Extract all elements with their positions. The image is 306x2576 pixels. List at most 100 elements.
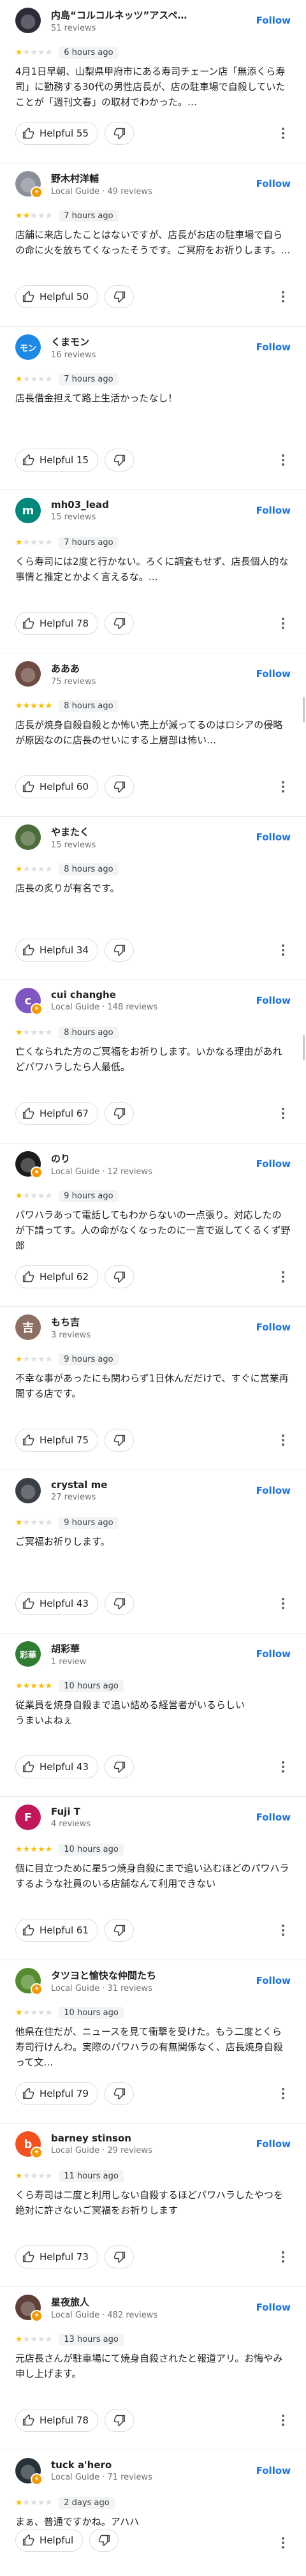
review-text[interactable]: 元店長さんが駐車場にて焼身自殺されたと報道アリ。お悔やみ申し上げます。 (15, 2351, 291, 2381)
reviewer-name[interactable]: 胡彩華 (51, 1642, 229, 1655)
review-text[interactable]: 店長借金担えて路上生活かったなし！ (15, 391, 291, 406)
more-options-icon[interactable] (275, 452, 291, 468)
review-text[interactable]: パワハラあって電話してもわからないの一点張り。対応したのが下請ってす。人の命がな… (15, 1207, 291, 1253)
follow-button[interactable]: Follow (249, 1481, 291, 1500)
reviewer-name[interactable]: barney stinson (51, 2133, 229, 2144)
not-helpful-button[interactable] (105, 612, 135, 635)
avatar[interactable]: 彩華 (15, 1641, 41, 1667)
not-helpful-button[interactable] (105, 285, 135, 308)
avatar[interactable]: ● (15, 661, 41, 687)
reviewer-name[interactable]: 野木村洋輔 (51, 172, 229, 185)
not-helpful-button[interactable] (105, 122, 135, 145)
reviewer-name[interactable]: Fuji T (51, 1806, 229, 1817)
more-options-icon[interactable] (275, 126, 291, 141)
reviewer-name[interactable]: やまたく (51, 825, 229, 838)
more-options-icon[interactable] (275, 1596, 291, 1611)
more-options-icon[interactable] (275, 2249, 291, 2265)
follow-button[interactable]: Follow (249, 174, 291, 193)
review-text[interactable]: 従業員を焼身自殺まで追い詰める経営者がいるらしい うまいよねぇ (15, 1697, 291, 1728)
follow-button[interactable]: Follow (249, 2298, 291, 2317)
not-helpful-button[interactable] (105, 1919, 135, 1942)
reviewer-name[interactable]: タツヨと愉快な仲間たち (51, 1969, 229, 1982)
helpful-button[interactable]: Helpful 78 (15, 612, 99, 635)
follow-button[interactable]: Follow (249, 1971, 291, 1990)
not-helpful-button[interactable] (105, 1592, 135, 1615)
not-helpful-button[interactable] (105, 939, 135, 962)
not-helpful-button[interactable] (89, 2529, 119, 2552)
helpful-button[interactable]: Helpful 43 (15, 1592, 99, 1615)
avatar[interactable]: ● (15, 1478, 41, 1503)
review-text[interactable]: 個に目立つために星5つ焼身自殺にまで追い込むほどのパワハラするような社員のいる店… (15, 1861, 291, 1891)
avatar[interactable]: ● ★ (15, 171, 43, 198)
follow-button[interactable]: Follow (249, 828, 291, 847)
avatar[interactable]: F (15, 1805, 41, 1830)
reviewer-name[interactable]: cui changhe (51, 989, 229, 1001)
helpful-button[interactable]: Helpful 34 (15, 939, 99, 962)
follow-button[interactable]: Follow (249, 501, 291, 520)
more-options-icon[interactable] (275, 1433, 291, 1448)
more-options-icon[interactable] (275, 2413, 291, 2428)
helpful-button[interactable]: Helpful (15, 2529, 84, 2552)
follow-button[interactable]: Follow (249, 1808, 291, 1827)
more-options-icon[interactable] (275, 1106, 291, 1121)
helpful-button[interactable]: Helpful 79 (15, 2082, 99, 2105)
avatar[interactable]: 吉 (15, 1314, 41, 1340)
reviewer-name[interactable]: のり (51, 1152, 229, 1165)
follow-button[interactable]: Follow (249, 11, 291, 30)
follow-button[interactable]: Follow (249, 1154, 291, 1173)
avatar[interactable]: ● ★ (15, 2458, 43, 2485)
not-helpful-button[interactable] (105, 775, 135, 798)
not-helpful-button[interactable] (105, 2082, 135, 2105)
reviewer-name[interactable]: くまモン (51, 335, 229, 348)
reviewer-name[interactable]: tuck a'hero (51, 2459, 229, 2471)
not-helpful-button[interactable] (105, 1429, 135, 1452)
not-helpful-button[interactable] (105, 1102, 135, 1125)
more-options-icon[interactable] (275, 942, 291, 958)
reviewer-name[interactable]: 星夜旅人 (51, 2295, 229, 2309)
helpful-button[interactable]: Helpful 43 (15, 1755, 99, 1778)
avatar[interactable]: m (15, 498, 41, 523)
avatar[interactable]: ● ★ (15, 1968, 43, 1995)
more-options-icon[interactable] (275, 779, 291, 794)
follow-button[interactable]: Follow (249, 1644, 291, 1664)
reviewer-name[interactable]: もち吉 (51, 1315, 229, 1329)
avatar[interactable]: b ★ (15, 2131, 43, 2159)
avatar[interactable]: ● ★ (15, 2295, 43, 2322)
helpful-button[interactable]: Helpful 67 (15, 1102, 99, 1125)
avatar[interactable]: モン (15, 334, 41, 360)
reviewer-name[interactable]: 内島“コルコルネッツ”アスペ… (51, 8, 229, 22)
avatar[interactable]: ● ★ (15, 1151, 43, 1179)
more-options-icon[interactable] (275, 1269, 291, 1284)
follow-button[interactable]: Follow (249, 338, 291, 357)
scroll-indicator[interactable] (303, 697, 305, 722)
helpful-button[interactable]: Helpful 60 (15, 775, 99, 798)
more-options-icon[interactable] (275, 1923, 291, 1938)
reviewer-name[interactable]: あああ (51, 662, 229, 675)
follow-button[interactable]: Follow (249, 664, 291, 683)
not-helpful-button[interactable] (105, 449, 135, 472)
follow-button[interactable]: Follow (249, 991, 291, 1010)
follow-button[interactable]: Follow (249, 2134, 291, 2154)
not-helpful-button[interactable] (105, 1755, 135, 1778)
helpful-button[interactable]: Helpful 78 (15, 2409, 99, 2432)
avatar[interactable]: c ★ (15, 988, 43, 1015)
review-text[interactable]: くら寿司には2度と行かない。ろくに調査もせず、店長個人的な事情と推定とかよく言え… (15, 554, 291, 584)
more-options-icon[interactable] (275, 1759, 291, 1775)
helpful-button[interactable]: Helpful 50 (15, 285, 99, 308)
helpful-button[interactable]: Helpful 55 (15, 122, 99, 145)
reviewer-name[interactable]: crystal me (51, 1479, 229, 1491)
reviewer-name[interactable]: mh03_lead (51, 499, 229, 510)
helpful-button[interactable]: Helpful 75 (15, 1429, 99, 1452)
review-text[interactable]: 店長が焼身自殺自殺とか怖い売上が減ってるのはロシアの侵略が原因なのに店長のせいに… (15, 717, 291, 748)
avatar[interactable]: ● (15, 824, 41, 850)
helpful-button[interactable]: Helpful 15 (15, 449, 99, 472)
follow-button[interactable]: Follow (249, 2461, 291, 2480)
review-text[interactable]: 店長の炙りが有名です。 (15, 881, 291, 896)
avatar[interactable]: ● (15, 8, 41, 33)
more-options-icon[interactable] (275, 2535, 291, 2550)
review-text[interactable]: 他県在住だが、ニュースを見て衝撃を受けた。もう二度とくら寿司行けんわ。実際のパワ… (15, 2024, 291, 2070)
review-text[interactable]: ご冥福お祈りします。 (15, 1534, 291, 1549)
helpful-button[interactable]: Helpful 73 (15, 2245, 99, 2268)
more-options-icon[interactable] (275, 289, 291, 304)
review-text[interactable]: 亡くなられた方のご冥福をお祈りします。いかなる理由があれどパワハラしたら人最低。 (15, 1044, 291, 1075)
